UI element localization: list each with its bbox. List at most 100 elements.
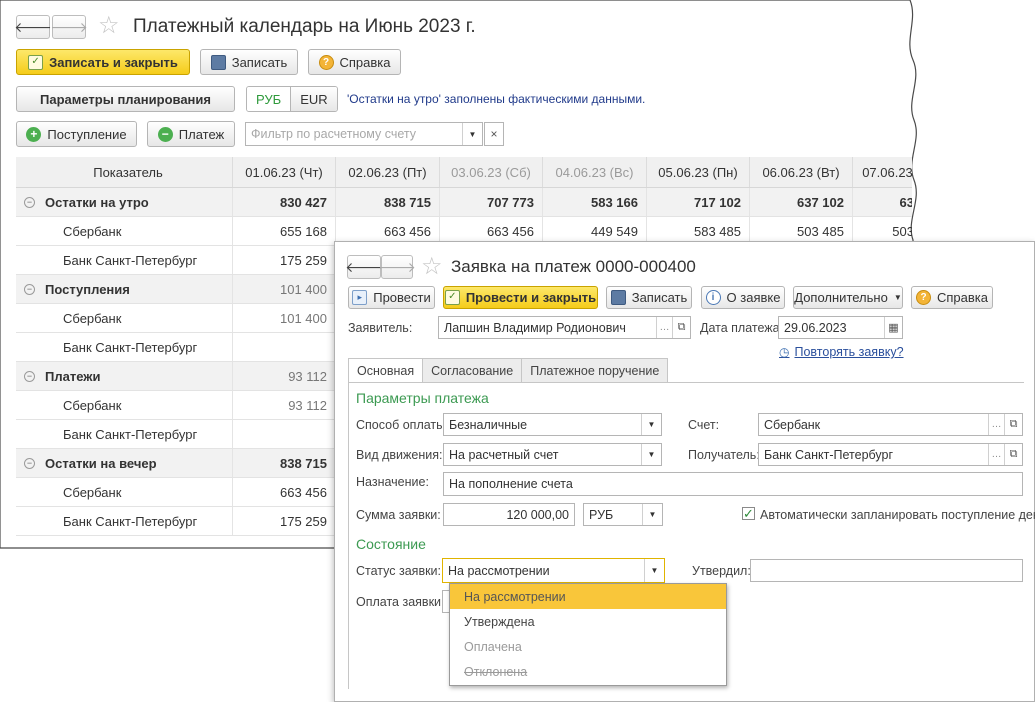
column-header-date[interactable]: 02.06.23 (Пт) — [336, 157, 440, 187]
table-cell[interactable]: 583 166 — [543, 188, 647, 216]
chevron-down-icon[interactable]: ▼ — [644, 559, 664, 582]
more-actions-button[interactable]: Дополнительно ▼ — [793, 286, 903, 309]
table-cell[interactable] — [233, 420, 336, 448]
table-cell[interactable]: 663 456 — [233, 478, 336, 506]
about-request-button[interactable]: i О заявке — [701, 286, 785, 309]
column-header-date[interactable]: 03.06.23 (Сб) — [440, 157, 543, 187]
repeat-request-link[interactable]: ◷ Повторять заявку? — [779, 345, 904, 359]
status-option[interactable]: Отклонена — [450, 659, 726, 684]
income-button[interactable]: + Поступление — [16, 121, 137, 147]
column-header-date[interactable]: 07.06.23 — [853, 157, 912, 187]
save-and-close-button[interactable]: ✓ Записать и закрыть — [16, 49, 190, 75]
request-save-button[interactable]: Записать — [606, 286, 692, 309]
payment-button[interactable]: − Платеж — [147, 121, 235, 147]
chevron-down-icon[interactable]: ▼ — [641, 414, 661, 435]
planning-params-button[interactable]: Параметры планирования — [16, 86, 235, 112]
post-and-close-button[interactable]: ✓ Провести и закрыть — [443, 286, 598, 309]
recipient-field[interactable]: Банк Санкт-Петербург … ⧉ — [758, 443, 1023, 466]
ellipsis-icon[interactable]: … — [656, 317, 672, 338]
payment-status-label: Оплата заявки: — [356, 595, 445, 609]
table-cell[interactable]: 63 — [853, 188, 912, 216]
collapse-icon[interactable]: − — [24, 370, 35, 382]
open-link-icon[interactable]: ⧉ — [1004, 414, 1022, 435]
row-label-text: Сбербанк — [63, 484, 122, 500]
table-cell[interactable]: 175 259 — [233, 507, 336, 535]
status-option-label: На рассмотрении — [464, 589, 566, 604]
request-back-button[interactable]: 🡐 — [345, 255, 383, 279]
help-icon: ? — [916, 290, 931, 305]
tab-approval[interactable]: Согласование — [422, 358, 523, 382]
info-icon: i — [705, 290, 721, 305]
ellipsis-icon[interactable]: … — [988, 444, 1004, 465]
ellipsis-icon[interactable]: … — [988, 414, 1004, 435]
column-header-date[interactable]: 06.06.23 (Вт) — [750, 157, 853, 187]
column-header-indicator[interactable]: Показатель — [16, 157, 233, 187]
currency-eur-option[interactable]: EUR — [291, 87, 337, 111]
clear-filter-button[interactable]: × — [484, 122, 504, 146]
row-label: − Платежи — [16, 362, 233, 390]
request-help-button[interactable]: ? Справка — [911, 286, 993, 309]
table-cell[interactable]: 830 427 — [233, 188, 336, 216]
table-cell[interactable]: 637 102 — [750, 188, 853, 216]
forward-nav-button[interactable]: 🡒 — [50, 15, 88, 39]
favorite-star-icon[interactable]: ☆ — [98, 11, 120, 40]
approver-field[interactable] — [750, 559, 1023, 582]
chevron-down-icon[interactable]: ▼ — [641, 444, 661, 465]
open-link-icon[interactable]: ⧉ — [1004, 444, 1022, 465]
currency-switch[interactable]: РУБ EUR — [246, 86, 338, 112]
account-filter-select[interactable]: Фильтр по расчетному счету ▼ — [245, 122, 483, 146]
column-header-date[interactable]: 04.06.23 (Вс) — [543, 157, 647, 187]
row-label-text: Платежи — [45, 368, 101, 384]
account-field[interactable]: Сбербанк … ⧉ — [758, 413, 1023, 436]
calendar-icon[interactable]: ▦ — [884, 317, 902, 338]
status-option[interactable]: Утверждена — [450, 609, 726, 634]
help-button[interactable]: ? Справка — [308, 49, 401, 75]
collapse-icon[interactable]: − — [24, 283, 35, 295]
arrow-right-icon: 🡒 — [378, 258, 416, 275]
chevron-down-icon[interactable]: ▼ — [642, 504, 662, 525]
tab-payment-order[interactable]: Платежное поручение — [521, 358, 669, 382]
table-cell[interactable]: 101 400 — [233, 275, 336, 303]
collapse-icon[interactable]: − — [24, 457, 35, 469]
row-label: Банк Санкт-Петербург — [16, 333, 233, 361]
amount-currency-select[interactable]: РУБ ▼ — [583, 503, 663, 526]
collapse-icon[interactable]: − — [24, 196, 35, 208]
tab-main[interactable]: Основная — [348, 358, 424, 383]
amount-currency-value: РУБ — [589, 507, 614, 522]
request-forward-button[interactable]: 🡒 — [378, 255, 416, 279]
favorite-star-icon[interactable]: ☆ — [421, 252, 443, 281]
table-cell[interactable] — [233, 333, 336, 361]
applicant-field[interactable]: Лапшин Владимир Родионович … ⧉ — [438, 316, 691, 339]
back-nav-button[interactable]: 🡐 — [14, 15, 52, 39]
post-button[interactable]: ▸ Провести — [348, 286, 435, 309]
table-cell[interactable]: 93 112 — [233, 391, 336, 419]
column-header-date[interactable]: 01.06.23 (Чт) — [233, 157, 336, 187]
table-cell[interactable]: 101 400 — [233, 304, 336, 332]
open-link-icon[interactable]: ⧉ — [672, 317, 690, 338]
payment-date-field[interactable]: 29.06.2023 ▦ — [778, 316, 903, 339]
account-label: Счет: — [688, 418, 720, 432]
save-button[interactable]: Записать — [200, 49, 298, 75]
chevron-down-icon[interactable]: ▼ — [462, 123, 482, 145]
status-select[interactable]: На рассмотрении ▼ — [442, 558, 665, 583]
request-save-label: Записать — [631, 290, 688, 305]
pay-method-select[interactable]: Безналичные ▼ — [443, 413, 662, 436]
auto-plan-checkbox[interactable]: ✓ — [742, 506, 755, 521]
table-group-row[interactable]: − Остатки на утро 830 427 838 715 707 773 583… — [16, 188, 912, 217]
currency-rub-option[interactable]: РУБ — [247, 87, 292, 111]
table-cell[interactable]: 838 715 — [336, 188, 440, 216]
purpose-field[interactable]: На пополнение счета — [443, 472, 1023, 496]
table-cell[interactable]: 655 168 — [233, 217, 336, 245]
morning-balance-note: 'Остатки на утро' заполнены фактическими… — [347, 92, 646, 106]
table-cell[interactable]: 93 112 — [233, 362, 336, 390]
table-cell[interactable]: 175 259 — [233, 246, 336, 274]
movement-select[interactable]: На расчетный счет ▼ — [443, 443, 662, 466]
clock-icon: ◷ — [779, 345, 790, 359]
status-option[interactable]: На рассмотрении — [450, 584, 726, 609]
table-cell[interactable]: 838 715 — [233, 449, 336, 477]
amount-field[interactable]: 120 000,00 — [443, 503, 575, 526]
table-cell[interactable]: 717 102 — [647, 188, 750, 216]
column-header-date[interactable]: 05.06.23 (Пн) — [647, 157, 750, 187]
status-option[interactable]: Оплачена — [450, 634, 726, 659]
table-cell[interactable]: 707 773 — [440, 188, 543, 216]
